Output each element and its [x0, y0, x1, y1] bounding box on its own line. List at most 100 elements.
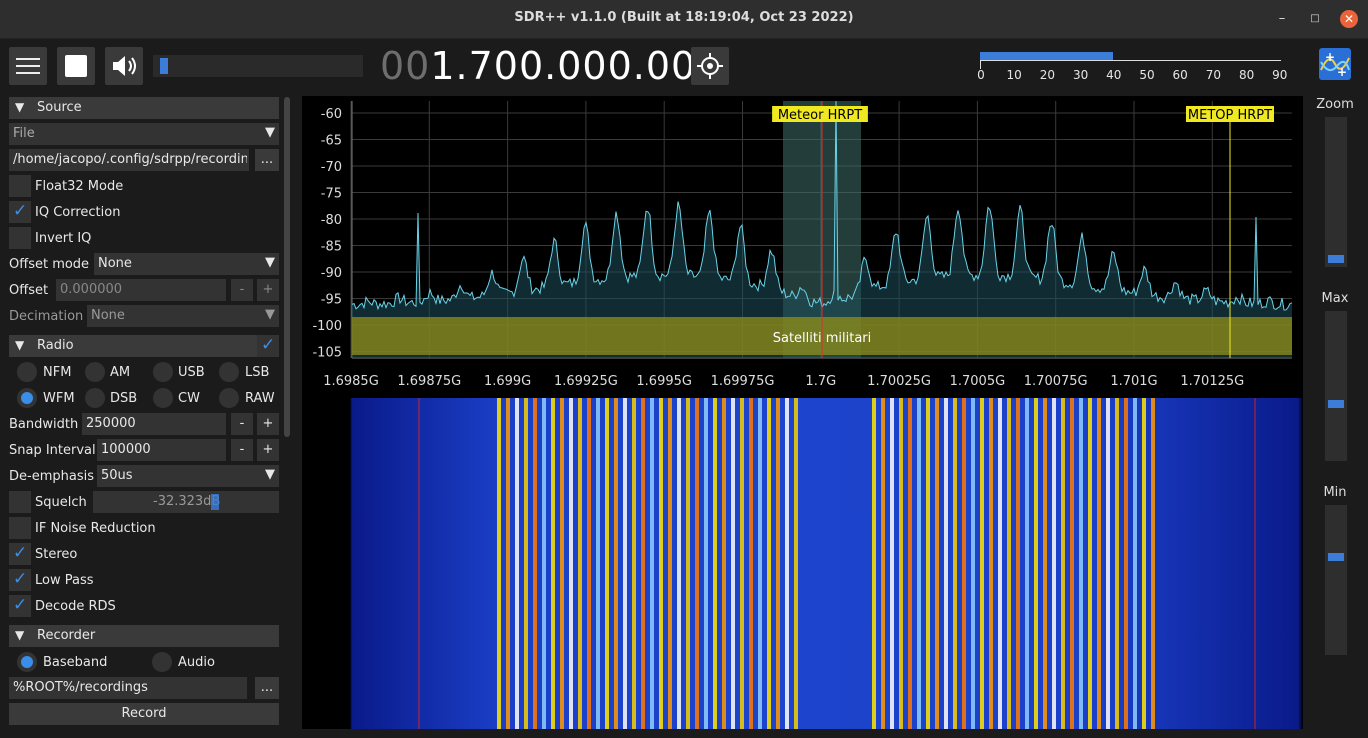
x-tick-label: 1.69975G — [711, 374, 775, 389]
waterfall-stripe — [704, 398, 708, 729]
bandwidth-input[interactable]: 250000 — [82, 413, 226, 435]
y-tick-label: -80 — [321, 213, 342, 228]
waterfall-stripe — [497, 398, 501, 729]
mode-radio-raw[interactable] — [219, 388, 239, 408]
audio-radio[interactable] — [152, 652, 172, 672]
snap-interval-input[interactable]: 100000 — [97, 439, 226, 461]
bandwidth-label: Bandwidth — [9, 417, 79, 432]
menu-icon — [16, 58, 40, 60]
recording-path-input[interactable]: %ROOT%/recordings — [9, 677, 247, 699]
offset-input[interactable]: 0.000000 — [56, 279, 226, 301]
min-grab[interactable] — [1328, 553, 1344, 561]
source-header[interactable]: ▼ Source — [9, 97, 279, 119]
baseband-radio[interactable] — [17, 652, 37, 672]
zoom-slider[interactable] — [1325, 117, 1347, 267]
record-button[interactable]: Record — [9, 703, 279, 725]
center-tuning-button[interactable] — [691, 47, 729, 85]
invert-iq-checkbox[interactable] — [9, 227, 31, 249]
decode-rds-checkbox[interactable]: ✓ — [9, 595, 31, 617]
mode-radio-am[interactable] — [85, 362, 105, 382]
waterfall-stripe — [1088, 398, 1092, 729]
float32-checkbox[interactable] — [9, 175, 31, 197]
waterfall-plot[interactable] — [302, 398, 1303, 729]
waterfall-stripe — [524, 398, 528, 729]
minimize-button[interactable]: – — [1273, 10, 1291, 28]
waterfall-stripe — [1052, 398, 1056, 729]
waterfall-stripe — [623, 398, 627, 729]
float32-label: Float32 Mode — [35, 179, 124, 194]
close-button[interactable]: ✕ — [1340, 10, 1358, 28]
if-noise-reduction-checkbox[interactable] — [9, 517, 31, 539]
mode-label-dsb: DSB — [110, 391, 138, 406]
waterfall-stripe — [1016, 398, 1020, 729]
waterfall-stripe — [533, 398, 537, 729]
mode-radio-wfm[interactable] — [17, 388, 37, 408]
iq-correction-label: IQ Correction — [35, 205, 121, 220]
decode-rds-label: Decode RDS — [35, 599, 116, 614]
if-noise-reduction-label: IF Noise Reduction — [35, 521, 156, 536]
x-tick-label: 1.7G — [805, 374, 836, 389]
fft-spectrum[interactable]: -60 -65 -70 -75 -80 -85 -90 -95 -100 -105 1.6985G 1… — [302, 96, 1303, 398]
waterfall-stripe — [1097, 398, 1101, 729]
maximize-button[interactable]: □ — [1306, 10, 1324, 28]
chevron-down-icon: ▼ — [265, 467, 275, 482]
max-slider[interactable] — [1325, 311, 1347, 461]
spectrum-plot[interactable]: -60 -65 -70 -75 -80 -85 -90 -95 -100 -105 1.6985G 1… — [302, 96, 1303, 398]
waterfall-stripe — [569, 398, 573, 729]
mute-button[interactable] — [105, 47, 143, 85]
waterfall-stripe — [713, 398, 717, 729]
mode-radio-usb[interactable] — [153, 362, 173, 382]
min-slider[interactable] — [1325, 505, 1347, 655]
frequency-value[interactable]: 1.700.000.000 — [430, 44, 721, 88]
radio-enable-checkbox[interactable]: ✓ — [257, 335, 279, 357]
file-path-input[interactable]: /home/jacopo/.config/sdrpp/recording — [9, 149, 249, 171]
stereo-checkbox[interactable]: ✓ — [9, 543, 31, 565]
browse-recording-button[interactable]: ... — [255, 677, 279, 699]
audio-label: Audio — [178, 655, 215, 670]
browse-file-button[interactable]: ... — [255, 149, 279, 171]
waterfall-stripe — [785, 398, 789, 729]
volume-grab[interactable] — [159, 58, 168, 74]
iq-correction-checkbox[interactable]: ✓ — [9, 201, 31, 223]
stop-button[interactable] — [57, 47, 95, 85]
bandwidth-plus-button[interactable]: + — [257, 413, 279, 435]
snap-plus-button[interactable]: + — [257, 439, 279, 461]
squelch-slider[interactable]: -32.323dB — [93, 491, 279, 513]
radio-header[interactable]: ▼ Radio — [9, 335, 257, 357]
sdrpp-logo-icon: + + — [1320, 50, 1350, 79]
squelch-checkbox[interactable] — [9, 491, 31, 513]
app-logo[interactable]: + + — [1319, 48, 1351, 80]
de-emphasis-select[interactable]: 50us ▼ — [97, 465, 279, 487]
low-pass-checkbox[interactable]: ✓ — [9, 569, 31, 591]
x-tick-label: 1.70125G — [1180, 374, 1244, 389]
max-grab[interactable] — [1328, 400, 1344, 408]
bandwidth-minus-button[interactable]: - — [231, 413, 253, 435]
offset-minus-button[interactable]: - — [231, 279, 253, 301]
waterfall-stripe — [962, 398, 966, 729]
decimation-select[interactable]: None ▼ — [87, 305, 279, 327]
squelch-grab[interactable] — [211, 494, 219, 510]
offset-mode-select[interactable]: None ▼ — [94, 253, 279, 275]
sidebar-scrollbar[interactable] — [284, 97, 290, 437]
volume-slider[interactable] — [153, 55, 363, 77]
recorder-header-label: Recorder — [37, 628, 96, 643]
recorder-header[interactable]: ▼ Recorder — [9, 625, 279, 647]
menu-button[interactable] — [9, 47, 47, 85]
frequency-display[interactable]: 001.700.000.000 — [380, 44, 721, 88]
source-type-select[interactable]: File ▼ — [9, 123, 279, 145]
mode-radio-nfm[interactable] — [17, 362, 37, 382]
stereo-label: Stereo — [35, 547, 78, 562]
mode-radio-dsb[interactable] — [85, 388, 105, 408]
x-tick-label: 1.70025G — [867, 374, 931, 389]
snap-minus-button[interactable]: - — [231, 439, 253, 461]
waterfall-stripe — [515, 398, 519, 729]
radio-header-label: Radio — [37, 338, 74, 353]
frequency-leading-zeros[interactable]: 00 — [380, 44, 430, 88]
x-tick-label: 1.6985G — [323, 374, 379, 389]
mode-radio-lsb[interactable] — [219, 362, 239, 382]
offset-label: Offset — [9, 283, 49, 298]
offset-plus-button[interactable]: + — [257, 279, 279, 301]
waterfall[interactable] — [302, 398, 1303, 729]
mode-radio-cw[interactable] — [153, 388, 173, 408]
zoom-grab[interactable] — [1328, 255, 1344, 263]
